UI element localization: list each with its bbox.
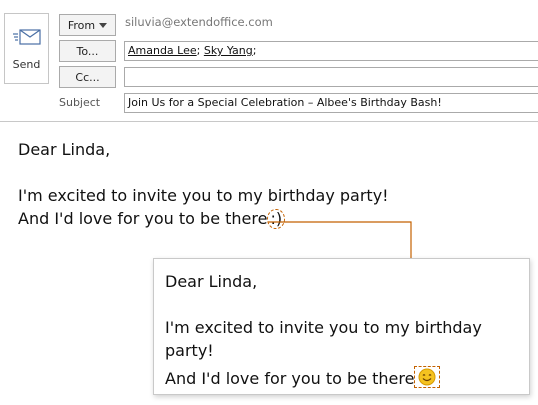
preview-line-2: And I'd love for you to be there	[165, 362, 529, 390]
emoji-highlight	[414, 366, 441, 388]
smiley-face-emoji-icon	[418, 368, 436, 386]
preview-line-1: I'm excited to invite you to my birthday…	[165, 318, 482, 360]
converted-preview-panel: Dear Linda, I'm excited to invite you to…	[153, 258, 530, 395]
preview-body: Dear Linda, I'm excited to invite you to…	[165, 270, 529, 390]
preview-line-2-text: And I'd love for you to be there	[165, 369, 415, 388]
preview-greeting: Dear Linda,	[165, 272, 258, 291]
